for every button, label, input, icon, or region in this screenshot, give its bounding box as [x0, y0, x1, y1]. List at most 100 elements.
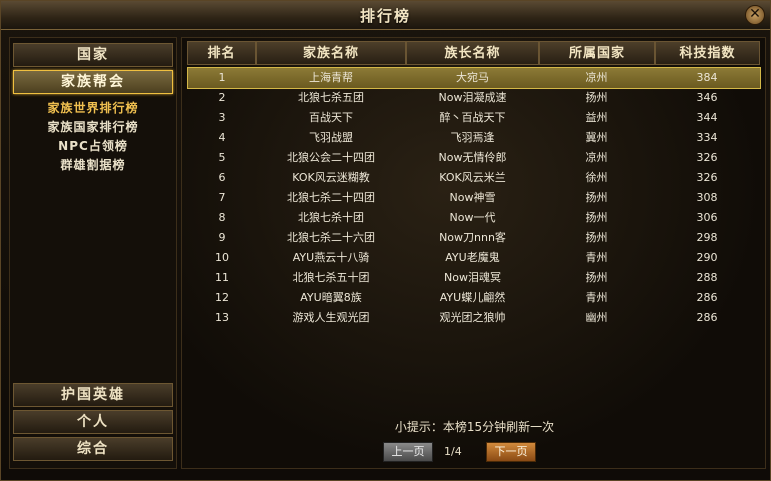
cell-rank: 11 [215, 271, 229, 284]
sidebar-item-personal[interactable]: 个人 [13, 410, 173, 434]
table-row[interactable]: 1 上海青帮 大宛马 凉州 384 [187, 67, 761, 89]
column-header-leader-name[interactable]: 族长名称 [406, 41, 539, 65]
table-row[interactable]: 12 AYU暗翼8族 AYU蝶儿翩然 青州 286 [188, 288, 760, 308]
column-header-rank[interactable]: 排名 [187, 41, 256, 65]
cell-family-name: 北狼七杀二十六团 [287, 231, 375, 244]
cell-leader-name: Now刀nnn客 [439, 231, 506, 244]
cell-country: 凉州 [585, 151, 608, 164]
prev-page-button[interactable]: 上一页 [383, 442, 433, 462]
cell-rank: 6 [218, 171, 226, 184]
table-row[interactable]: 11 北狼七杀五十团 Now泪魂冥 扬州 288 [188, 268, 760, 288]
ranking-window: 排行榜 ✕ 国家 家族帮会 家族世界排行榜 家族国家排行榜 NPC占领榜 群雄割… [0, 0, 771, 481]
pagination: 上一页 1/4 下一页 [182, 442, 767, 464]
cell-country: 扬州 [585, 211, 608, 224]
cell-tech-index: 326 [696, 171, 718, 184]
cell-rank: 1 [218, 71, 226, 84]
cell-family-name: 北狼七杀五十团 [292, 271, 370, 284]
cell-leader-name: Now泪魂冥 [444, 271, 501, 284]
cell-leader-name: Now神雪 [449, 191, 496, 204]
cell-tech-index: 286 [696, 291, 718, 304]
table-row[interactable]: 7 北狼七杀二十四团 Now神雪 扬州 308 [188, 188, 760, 208]
table-row[interactable]: 2 北狼七杀五团 Now泪凝成速 扬州 346 [188, 88, 760, 108]
table-row[interactable]: 5 北狼公会二十四团 Now无情伶郎 凉州 326 [188, 148, 760, 168]
cell-rank: 8 [218, 211, 226, 224]
table-row[interactable]: 3 百战天下 醉丶百战天下 益州 344 [188, 108, 760, 128]
cell-country: 青州 [585, 251, 608, 264]
cell-rank: 3 [218, 111, 226, 124]
cell-rank: 5 [218, 151, 226, 164]
cell-tech-index: 298 [696, 231, 718, 244]
sidebar-item-national-heroes[interactable]: 护国英雄 [13, 383, 173, 407]
cell-leader-name: 大宛马 [456, 71, 489, 84]
cell-leader-name: 醉丶百战天下 [439, 111, 506, 124]
column-header-family-name[interactable]: 家族名称 [256, 41, 406, 65]
cell-country: 幽州 [585, 311, 608, 324]
cell-rank: 9 [218, 231, 226, 244]
cell-family-name: 北狼七杀二十四团 [287, 191, 375, 204]
cell-rank: 2 [218, 91, 226, 104]
subitem-family-country-ranking[interactable]: 家族国家排行榜 [10, 118, 176, 135]
table-row[interactable]: 6 KOK风云迷糊教 KOK风云米兰 徐州 326 [188, 168, 760, 188]
cell-leader-name: 观光团之狼帅 [439, 311, 506, 324]
cell-leader-name: Now无情伶郎 [438, 151, 507, 164]
cell-tech-index: 286 [696, 311, 718, 324]
cell-rank: 12 [215, 291, 229, 304]
cell-family-name: KOK风云迷糊教 [292, 171, 370, 184]
cell-tech-index: 334 [696, 131, 718, 144]
cell-tech-index: 308 [696, 191, 718, 204]
column-header-country[interactable]: 所属国家 [539, 41, 655, 65]
cell-country: 凉州 [585, 71, 608, 84]
cell-tech-index: 306 [696, 211, 718, 224]
cell-country: 益州 [585, 111, 608, 124]
sidebar-item-overall[interactable]: 综合 [13, 437, 173, 461]
cell-tech-index: 326 [696, 151, 718, 164]
table-row[interactable]: 10 AYU燕云十八骑 AYU老魔鬼 青州 290 [188, 248, 760, 268]
cell-family-name: 游戏人生观光团 [292, 311, 370, 324]
cell-tech-index: 290 [696, 251, 718, 264]
table-row[interactable]: 13 游戏人生观光团 观光团之狼帅 幽州 286 [188, 308, 760, 328]
cell-leader-name: Now泪凝成速 [438, 91, 507, 104]
table-row[interactable]: 8 北狼七杀十团 Now一代 扬州 306 [188, 208, 760, 228]
title-bar: 排行榜 ✕ [1, 1, 770, 30]
window-title: 排行榜 [359, 7, 411, 25]
cell-leader-name: Now一代 [449, 211, 496, 224]
cell-rank: 7 [218, 191, 226, 204]
page-indicator: 1/4 [444, 445, 462, 458]
subitem-warlords-ranking[interactable]: 群雄割据榜 [10, 156, 176, 173]
table-row[interactable]: 4 飞羽战盟 飞羽焉逢 冀州 334 [188, 128, 760, 148]
cell-rank: 13 [215, 311, 229, 324]
ranking-table-body: 1 上海青帮 大宛马 凉州 384 2 北狼七杀五团 Now泪凝成速 扬州 346 3 百战天下 醉丶百… [187, 67, 761, 328]
cell-family-name: 北狼七杀十团 [298, 211, 364, 224]
cell-country: 扬州 [585, 191, 608, 204]
cell-family-name: 北狼公会二十四团 [287, 151, 375, 164]
cell-family-name: 北狼七杀五团 [298, 91, 364, 104]
cell-family-name: AYU暗翼8族 [300, 291, 362, 304]
cell-family-name: 百战天下 [309, 111, 353, 124]
subitem-family-world-ranking[interactable]: 家族世界排行榜 [10, 99, 176, 116]
cell-country: 扬州 [585, 91, 608, 104]
ranking-panel: 排名 家族名称 族长名称 所属国家 科技指数 1 上海青帮 大宛马 凉州 384 2 北狼七… [181, 37, 766, 469]
sidebar-item-country[interactable]: 国家 [13, 43, 173, 67]
category-sidebar: 国家 家族帮会 家族世界排行榜 家族国家排行榜 NPC占领榜 群雄割据榜 护国英… [9, 37, 177, 469]
cell-family-name: 上海青帮 [309, 71, 353, 84]
column-header-tech-index[interactable]: 科技指数 [655, 41, 760, 65]
cell-tech-index: 384 [696, 71, 718, 84]
subitem-npc-occupation-ranking[interactable]: NPC占领榜 [10, 137, 176, 154]
next-page-button[interactable]: 下一页 [486, 442, 536, 462]
refresh-tip: 小提示：本榜15分钟刷新一次 [394, 420, 555, 434]
cell-tech-index: 288 [696, 271, 718, 284]
cell-country: 扬州 [585, 271, 608, 284]
cell-leader-name: 飞羽焉逢 [450, 131, 495, 144]
cell-tech-index: 346 [696, 91, 718, 104]
close-button[interactable]: ✕ [745, 5, 765, 25]
cell-country: 冀州 [585, 131, 608, 144]
cell-leader-name: AYU蝶儿翩然 [439, 291, 506, 304]
cell-country: 扬州 [585, 231, 608, 244]
cell-rank: 4 [218, 131, 226, 144]
table-row[interactable]: 9 北狼七杀二十六团 Now刀nnn客 扬州 298 [188, 228, 760, 248]
cell-tech-index: 344 [696, 111, 718, 124]
sidebar-item-family-guild[interactable]: 家族帮会 [13, 70, 173, 94]
cell-family-name: 飞羽战盟 [309, 131, 353, 144]
cell-leader-name: KOK风云米兰 [439, 171, 506, 184]
cell-leader-name: AYU老魔鬼 [445, 251, 500, 264]
